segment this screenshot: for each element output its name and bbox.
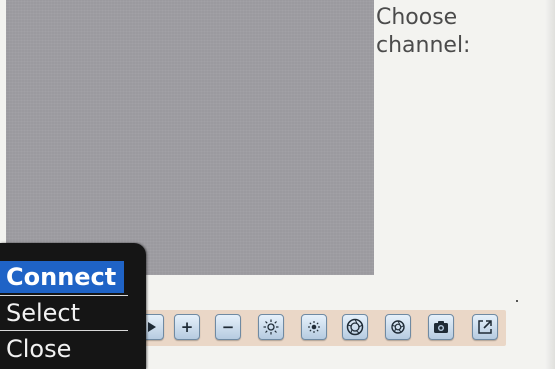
contrast-up-button[interactable] [342,314,368,340]
main-window: Choose channel: + − Connect Select Close [0,0,555,369]
choose-channel-label: Choose channel: [376,5,471,58]
menu-item-close[interactable]: Close [0,333,71,365]
video-preview[interactable] [6,0,374,275]
zoom-out-button[interactable]: − [215,314,241,340]
brightness-up-button[interactable] [258,314,284,340]
aperture-small-icon [390,319,406,335]
sun-small-icon [307,320,321,334]
context-menu: Connect Select Close [0,243,146,369]
plus-icon: + [180,318,194,336]
external-window-button[interactable] [472,314,498,340]
contrast-down-button[interactable] [385,314,411,340]
menu-divider [0,330,128,331]
snapshot-button[interactable] [428,314,454,340]
aperture-large-icon [346,318,364,336]
minus-icon: − [221,318,235,336]
camera-icon [433,320,449,334]
toolbar: + − [136,310,506,346]
play-icon [145,321,157,333]
menu-divider [0,295,128,296]
external-link-icon [477,319,493,335]
brightness-down-button[interactable] [301,314,327,340]
menu-item-connect[interactable]: Connect [0,261,124,293]
sun-large-icon [263,319,279,335]
zoom-in-button[interactable]: + [174,314,200,340]
screen-speck [516,300,518,302]
menu-item-select[interactable]: Select [0,297,80,329]
